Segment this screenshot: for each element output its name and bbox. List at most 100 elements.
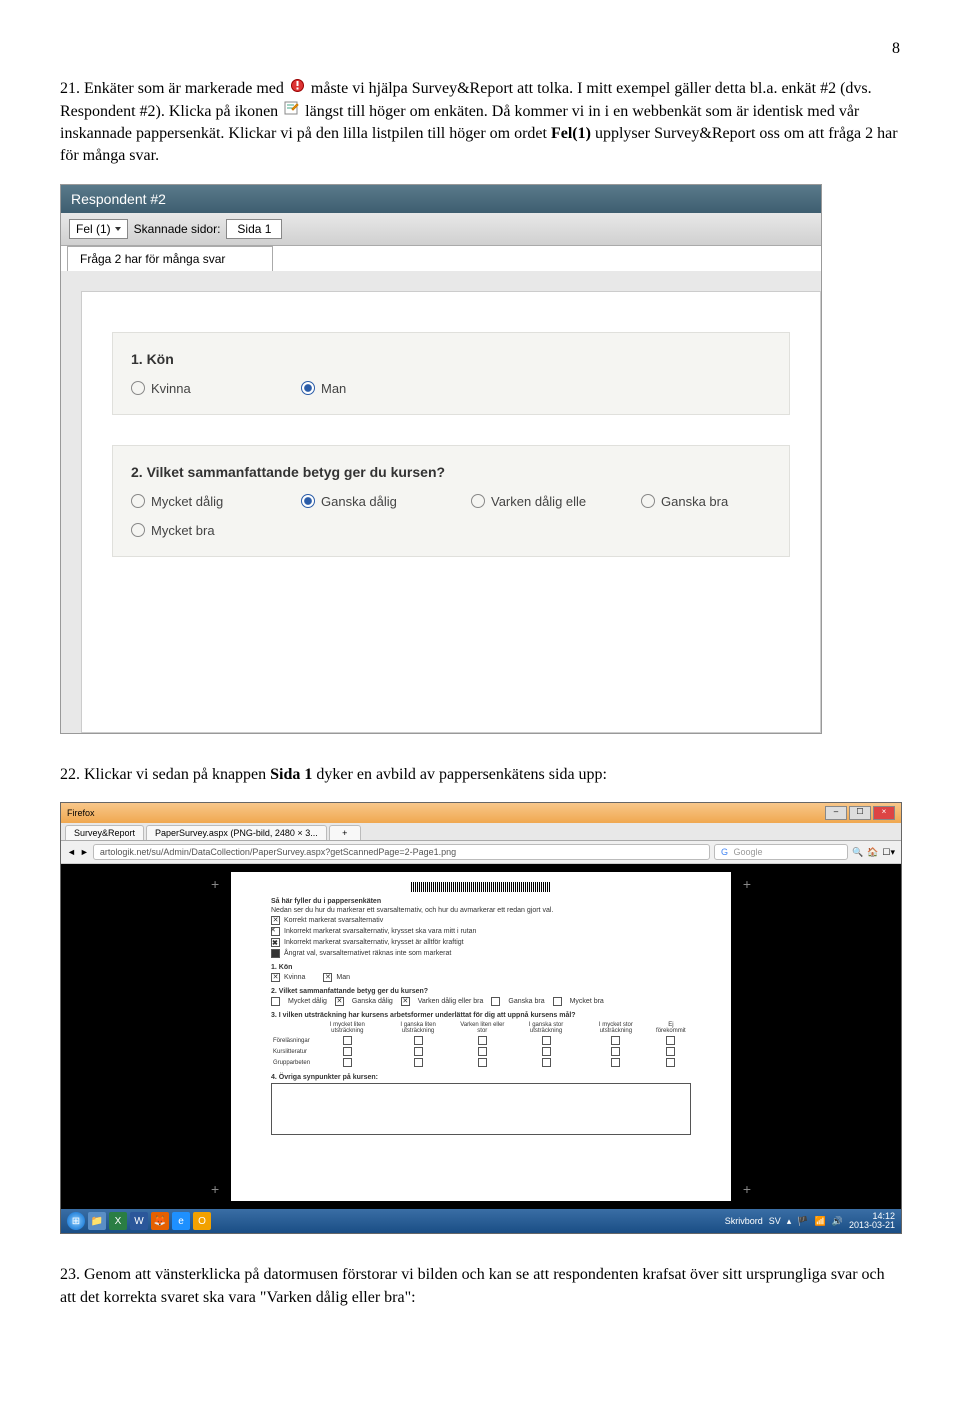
q2-option-3[interactable]: Ganska bra <box>641 494 771 509</box>
q3-col: Varken liten eller stor <box>454 1021 511 1035</box>
q2-title: 2. Vilket sammanfattande betyg ger du ku… <box>131 464 771 480</box>
q1-option-kvinna[interactable]: Kvinna <box>131 381 261 396</box>
instr-subtitle: Nedan ser du hur du markerar ett svarsal… <box>271 907 691 914</box>
search-placeholder: Google <box>734 847 763 857</box>
clock-date: 2013-03-21 <box>849 1221 895 1230</box>
radio-icon <box>641 494 655 508</box>
instr4: Ångrat val, svarsalternativet räknas int… <box>284 950 451 957</box>
outlook-icon[interactable]: O <box>193 1212 211 1230</box>
checkbox-icon <box>491 997 500 1006</box>
paper-q2: 2. Vilket sammanfattande betyg ger du ku… <box>271 988 691 1006</box>
para22-text-b: dyker en avbild av pappersenkätens sida … <box>316 766 607 783</box>
q2-option-1[interactable]: Ganska dålig <box>301 494 431 509</box>
q1-opt0: Kvinna <box>284 974 305 981</box>
q3-col: I mycket liten utsträckning <box>312 1021 383 1035</box>
browser-tabs: Survey&Report PaperSurvey.aspx (PNG-bild… <box>61 823 901 841</box>
instr3: Inkorrekt markerat svarsalternativ, krys… <box>284 939 464 946</box>
screenshot-firefox: Firefox – ☐ × Survey&Report PaperSurvey.… <box>60 802 902 1234</box>
q3-col: Ej förekommit <box>651 1021 691 1035</box>
firefox-label: Firefox <box>67 808 95 818</box>
option-label: Mycket dålig <box>151 494 223 509</box>
url-field[interactable]: artologik.net/su/Admin/DataCollection/Pa… <box>93 844 710 860</box>
home-icon[interactable]: 🏠 <box>867 847 878 858</box>
option-label: Kvinna <box>151 381 191 396</box>
option-label: Man <box>321 381 346 396</box>
page-number: 8 <box>60 40 900 58</box>
close-button[interactable]: × <box>873 806 895 820</box>
crop-mark-icon: + <box>211 1181 219 1197</box>
crop-mark-icon: + <box>211 876 219 892</box>
bookmark-icon[interactable]: ☐▾ <box>882 847 895 858</box>
start-button[interactable]: ⊞ <box>67 1212 85 1230</box>
paragraph-22: 22. Klickar vi sedan på knappen Sida 1 d… <box>60 764 900 786</box>
tray-up-icon[interactable]: ▴ <box>787 1216 792 1227</box>
q3-col: I mycket stor utsträckning <box>581 1021 651 1035</box>
search-icon[interactable]: 🔍 <box>852 847 863 858</box>
radio-icon <box>471 494 485 508</box>
q3-col: I ganska stor utsträckning <box>511 1021 581 1035</box>
checkbox-icon: ✕ <box>271 927 280 936</box>
error-dropdown[interactable]: Fel (1) <box>69 219 128 239</box>
windows-taskbar: ⊞ 📁 X W 🦊 e O Skrivbord SV ▴ 🏴 📶 🔊 14:12… <box>61 1209 901 1233</box>
para22-text-a: 22. Klickar vi sedan på knappen <box>60 766 270 783</box>
maximize-button[interactable]: ☐ <box>849 806 871 820</box>
explorer-icon[interactable]: 📁 <box>88 1212 106 1230</box>
option-label: Ganska bra <box>661 494 728 509</box>
firefox-icon[interactable]: 🦊 <box>151 1212 169 1230</box>
page-button[interactable]: Sida 1 <box>226 219 282 239</box>
flag-icon[interactable]: 🏴 <box>797 1216 808 1227</box>
warning-icon <box>290 78 305 100</box>
word-icon[interactable]: W <box>130 1212 148 1230</box>
q1-option-man[interactable]: Man <box>301 381 431 396</box>
respondent-header: Respondent #2 <box>61 185 821 213</box>
back-icon[interactable]: ◄ <box>67 847 76 857</box>
q2-option-0[interactable]: Mycket dålig <box>131 494 261 509</box>
lang-indicator[interactable]: SV <box>769 1216 781 1226</box>
tab-paper-survey[interactable]: PaperSurvey.aspx (PNG-bild, 2480 × 3... <box>146 825 327 840</box>
q2-opt: Mycket dålig <box>288 998 327 1005</box>
barcode <box>411 882 551 892</box>
option-label: Ganska dålig <box>321 494 397 509</box>
q3-row: Föreläsningar <box>271 1035 312 1046</box>
q4-textarea <box>271 1083 691 1135</box>
q2-opt: Varken dålig eller bra <box>418 998 484 1005</box>
new-tab-button[interactable]: + <box>329 825 361 840</box>
ie-icon[interactable]: e <box>172 1212 190 1230</box>
checkbox-icon <box>335 997 344 1006</box>
edit-form-icon <box>284 101 299 123</box>
radio-icon <box>131 494 145 508</box>
browser-viewport: + + + + Så här fyller du i pappersenkäte… <box>61 864 901 1209</box>
question-2: 2. Vilket sammanfattande betyg ger du ku… <box>112 445 790 557</box>
q3-row: Grupparbeten <box>271 1057 312 1068</box>
paper-q4: 4. Övriga synpunkter på kursen: <box>271 1074 691 1135</box>
q2-option-4[interactable]: Mycket bra <box>131 523 261 538</box>
paper-q3: 3. I vilken utsträckning har kursens arb… <box>271 1012 691 1068</box>
option-label: Mycket bra <box>151 523 215 538</box>
excel-icon[interactable]: X <box>109 1212 127 1230</box>
para21-bold: Fel(1) <box>551 125 591 142</box>
forward-icon[interactable]: ► <box>80 847 89 857</box>
para22-bold: Sida 1 <box>270 766 312 783</box>
q2-option-2[interactable]: Varken dålig elle <box>471 494 601 509</box>
search-field[interactable]: G Google <box>714 844 848 860</box>
checkbox-icon <box>271 997 280 1006</box>
minimize-button[interactable]: – <box>825 806 847 820</box>
checkbox-icon <box>271 916 280 925</box>
volume-icon[interactable]: 🔊 <box>832 1216 843 1227</box>
checkbox-icon: ✖ <box>271 938 280 947</box>
checkbox-filled-icon <box>271 949 280 958</box>
option-label: Varken dålig elle <box>491 494 586 509</box>
scanned-paper: + + + + Så här fyller du i pappersenkäte… <box>231 872 731 1201</box>
skrivbord-label[interactable]: Skrivbord <box>725 1216 763 1226</box>
checkbox-icon <box>271 973 280 982</box>
crop-mark-icon: + <box>743 876 751 892</box>
instr2: Inkorrekt markerat svarsalternativ, krys… <box>284 928 476 935</box>
paragraph-23: 23. Genom att vänsterklicka på datormuse… <box>60 1264 900 1309</box>
para21-text-a: 21. Enkäter som är markerade med <box>60 80 288 97</box>
network-icon[interactable]: 📶 <box>815 1216 826 1227</box>
checkbox-icon <box>553 997 562 1006</box>
paper-q1-title: 1. Kön <box>271 964 691 971</box>
q2-opt: Ganska bra <box>508 998 544 1005</box>
question-1: 1. Kön Kvinna Man <box>112 332 790 415</box>
tab-survey-report[interactable]: Survey&Report <box>65 825 144 840</box>
